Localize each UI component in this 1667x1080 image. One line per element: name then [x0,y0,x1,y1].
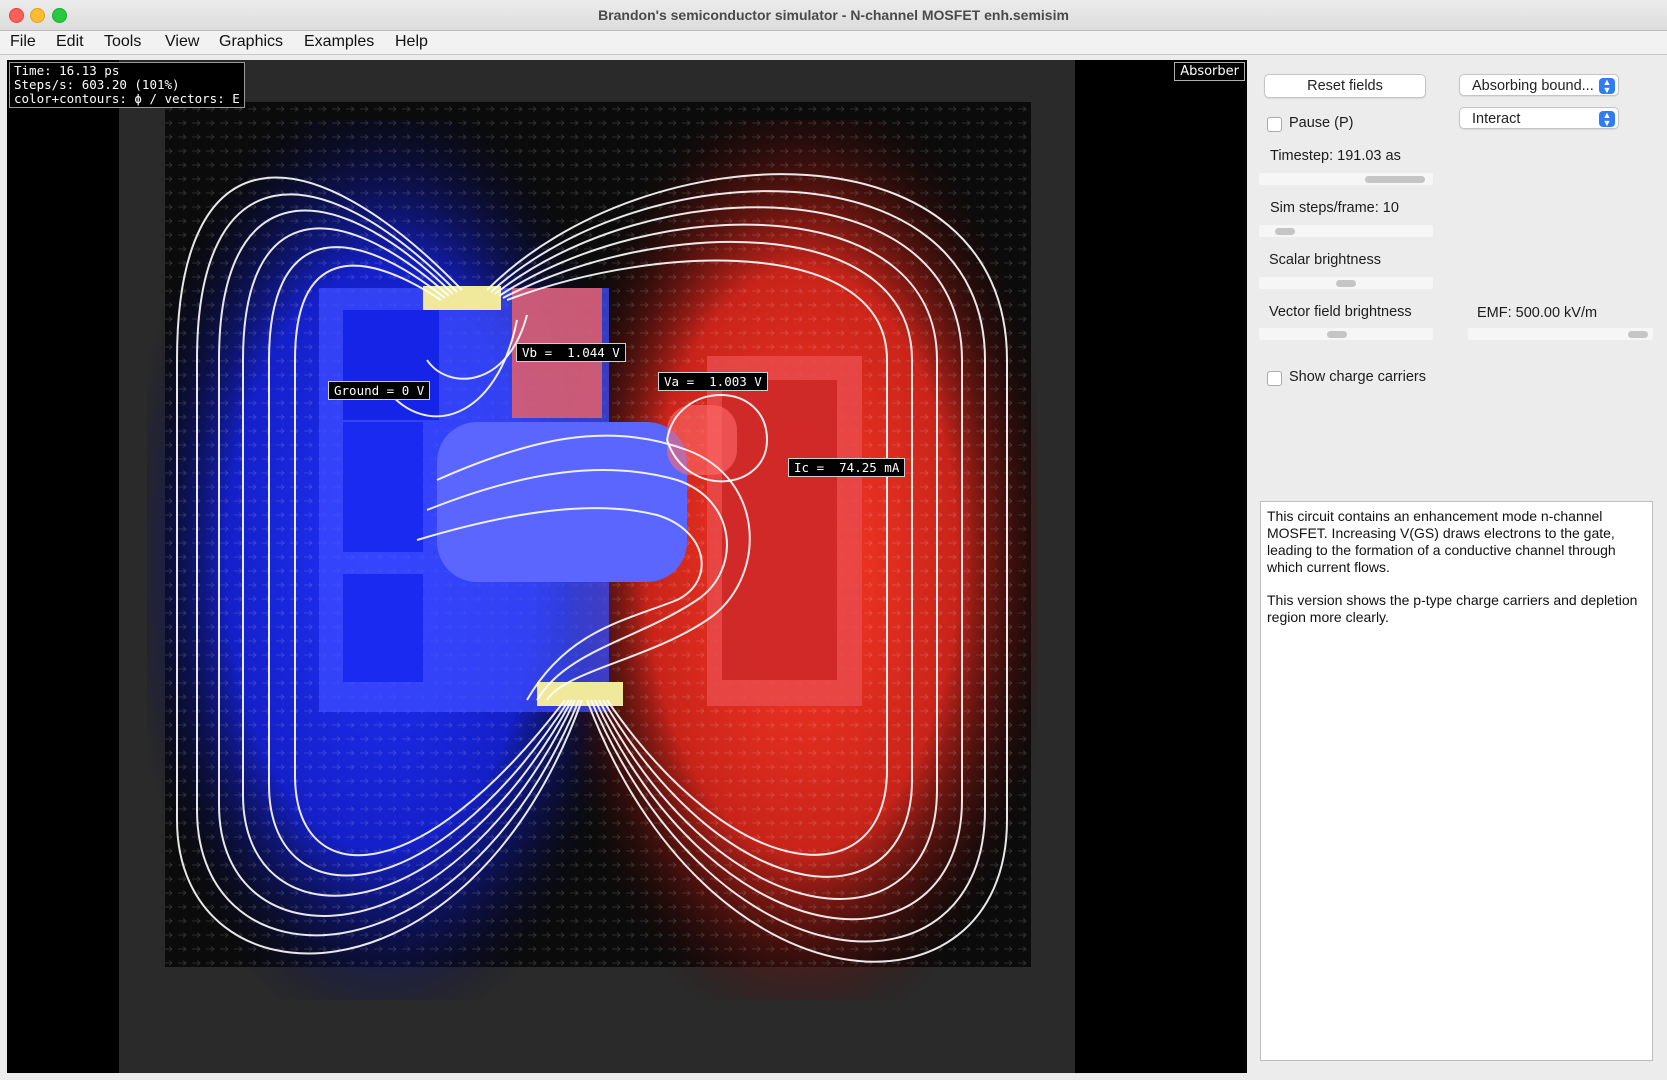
title-bar: Brandon's semiconductor simulator - N-ch… [0,0,1667,31]
control-panel: Reset fields Absorbing bound... ▲ ▼ Inter… [1252,60,1667,1080]
steps-per-frame-label: Sim steps/frame: 10 [1270,200,1399,216]
probe-ground[interactable]: Ground = 0 V [328,381,431,400]
timestep-label: Timestep: 191.03 as [1270,148,1401,164]
probe-va[interactable]: Va = 1.003 V [658,372,768,391]
time-readout: Time: 16.13 ps [14,63,120,78]
scalar-brightness-label: Scalar brightness [1269,252,1382,268]
source-block [343,310,439,420]
probe-ic[interactable]: Ic = 74.25 mA [788,458,906,477]
steps-readout: Steps/s: 603.20 (101%) [14,77,180,92]
scalar-slider-thumb[interactable] [1336,280,1356,287]
menu-edit[interactable]: Edit [54,33,86,51]
emitter-block [343,574,423,682]
pause-checkbox[interactable] [1267,117,1282,132]
menu-file[interactable]: File [8,33,38,51]
menu-bar: File Edit Tools View Graphics Examples H… [0,31,1667,55]
emf-label: EMF: 500.00 kV/m [1477,305,1598,321]
boundary-select-value: Absorbing bound... [1472,78,1594,94]
channel-region [437,422,687,582]
description-paragraph: This version shows the p-type charge car… [1267,592,1638,625]
steps-slider-thumb[interactable] [1275,228,1296,235]
menu-tools[interactable]: Tools [102,33,143,51]
emf-slider[interactable] [1468,328,1653,340]
emf-slider-thumb[interactable] [1628,331,1649,338]
boundary-select[interactable]: Absorbing bound... ▲ ▼ [1459,74,1619,96]
display-mode-readout: color+contours: ϕ / vectors: E [14,91,240,106]
absorber-label[interactable]: Absorber [1174,62,1245,81]
body-block [343,422,423,552]
simulation-canvas[interactable]: Time: 16.13 ps Steps/s: 603.20 (101%) co… [7,60,1247,1073]
description-paragraph: This circuit contains an enhancement mod… [1267,508,1616,575]
bottom-terminal[interactable] [537,682,623,706]
drain-inner-region [722,380,837,680]
pause-label: Pause (P) [1289,115,1354,131]
description-text-area[interactable]: This circuit contains an enhancement mod… [1260,501,1653,1061]
steps-per-frame-slider[interactable] [1259,225,1433,237]
vector-brightness-label: Vector field brightness [1269,304,1412,320]
menu-graphics[interactable]: Graphics [217,33,285,51]
mode-select[interactable]: Interact ▲ ▼ [1459,107,1619,129]
vector-slider-thumb[interactable] [1327,331,1348,338]
select-chevron-icon: ▲ ▼ [1599,78,1615,95]
window-title: Brandon's semiconductor simulator - N-ch… [598,7,1069,23]
select-chevron-icon: ▲ ▼ [1599,111,1615,128]
show-charge-carriers-checkbox[interactable] [1267,371,1282,386]
menu-help[interactable]: Help [393,33,430,51]
probe-vb[interactable]: Vb = 1.044 V [516,343,626,362]
simulation-info-box: Time: 16.13 ps Steps/s: 603.20 (101%) co… [9,62,245,108]
menu-view[interactable]: View [163,33,201,51]
timestep-slider[interactable] [1259,173,1433,185]
timestep-slider-thumb[interactable] [1364,176,1425,183]
show-charge-carriers-label: Show charge carriers [1289,369,1426,385]
field-visualization [119,60,1075,1073]
reset-fields-button[interactable]: Reset fields [1264,74,1426,98]
menu-examples[interactable]: Examples [302,33,376,51]
vector-brightness-slider[interactable] [1259,328,1433,340]
mode-select-value: Interact [1472,111,1521,127]
scalar-brightness-slider[interactable] [1259,277,1433,289]
